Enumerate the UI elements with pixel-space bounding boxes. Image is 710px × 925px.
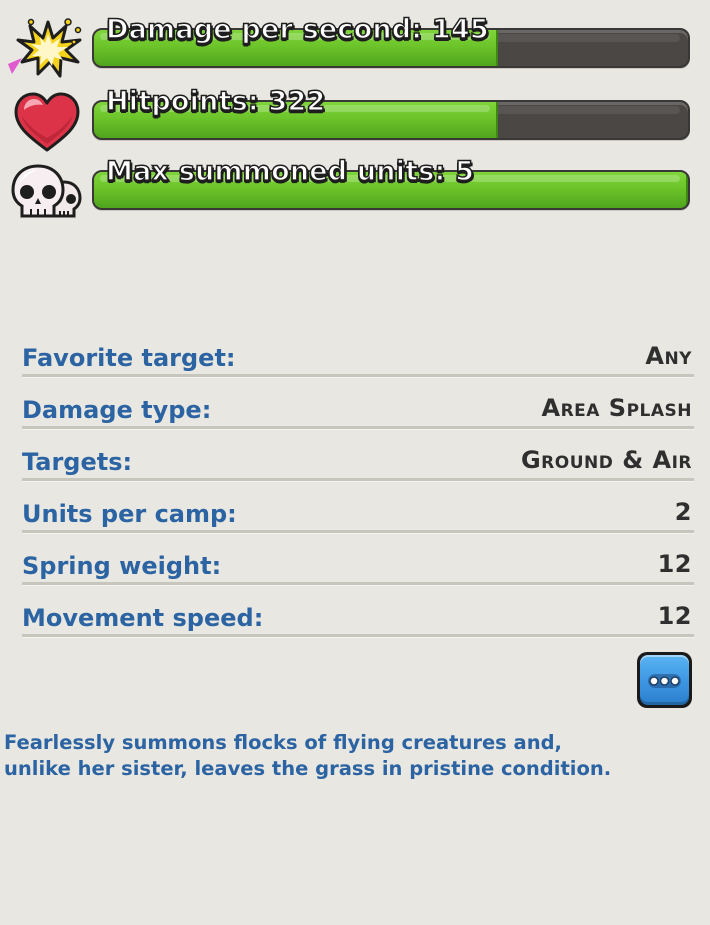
info-value: Any: [645, 342, 692, 370]
heart-icon: [8, 88, 86, 154]
info-value: 12: [657, 550, 692, 578]
description-line-1: Fearlessly summons flocks of flying crea…: [4, 731, 562, 754]
info-value: Ground & Air: [520, 446, 692, 474]
more-info-button[interactable]: [637, 652, 692, 708]
skulls-icon: [8, 158, 86, 224]
max-summoned-units-label: Max summoned units: 5: [105, 156, 475, 187]
info-row-movement-speed: Movement speed: 12: [22, 598, 694, 650]
info-value: 2: [674, 498, 692, 526]
troop-description: Fearlessly summons flocks of flying crea…: [4, 730, 694, 782]
stat-row-hitpoints: Hitpoints: 322: [0, 82, 710, 152]
info-row-spring-weight: Spring weight: 12: [22, 546, 694, 598]
info-row-damage-type: Damage type: Area Splash: [22, 390, 694, 442]
explosion-icon: [8, 16, 86, 82]
info-label: Spring weight:: [22, 552, 222, 580]
info-row-targets: Targets: Ground & Air: [22, 442, 694, 494]
info-label: Favorite target:: [22, 344, 236, 372]
damage-per-second-label: Damage per second: 145: [105, 14, 489, 45]
info-row-units-per-camp: Units per camp: 2: [22, 494, 694, 546]
info-label: Movement speed:: [22, 604, 264, 632]
hitpoints-label: Hitpoints: 322: [105, 86, 326, 117]
stat-row-damage-per-second: Damage per second: 145: [0, 10, 710, 80]
info-list: Favorite target: Any Damage type: Area S…: [22, 338, 694, 650]
info-value: Area Splash: [541, 394, 692, 422]
info-label: Damage type:: [22, 396, 212, 424]
info-value: 12: [657, 602, 692, 630]
more-dots-icon: [648, 674, 681, 688]
stat-row-max-summoned-units: Max summoned units: 5: [0, 152, 710, 222]
info-label: Units per camp:: [22, 500, 237, 528]
description-line-2: unlike her sister, leaves the grass in p…: [4, 757, 612, 780]
info-label: Targets:: [22, 448, 133, 476]
info-row-favorite-target: Favorite target: Any: [22, 338, 694, 390]
